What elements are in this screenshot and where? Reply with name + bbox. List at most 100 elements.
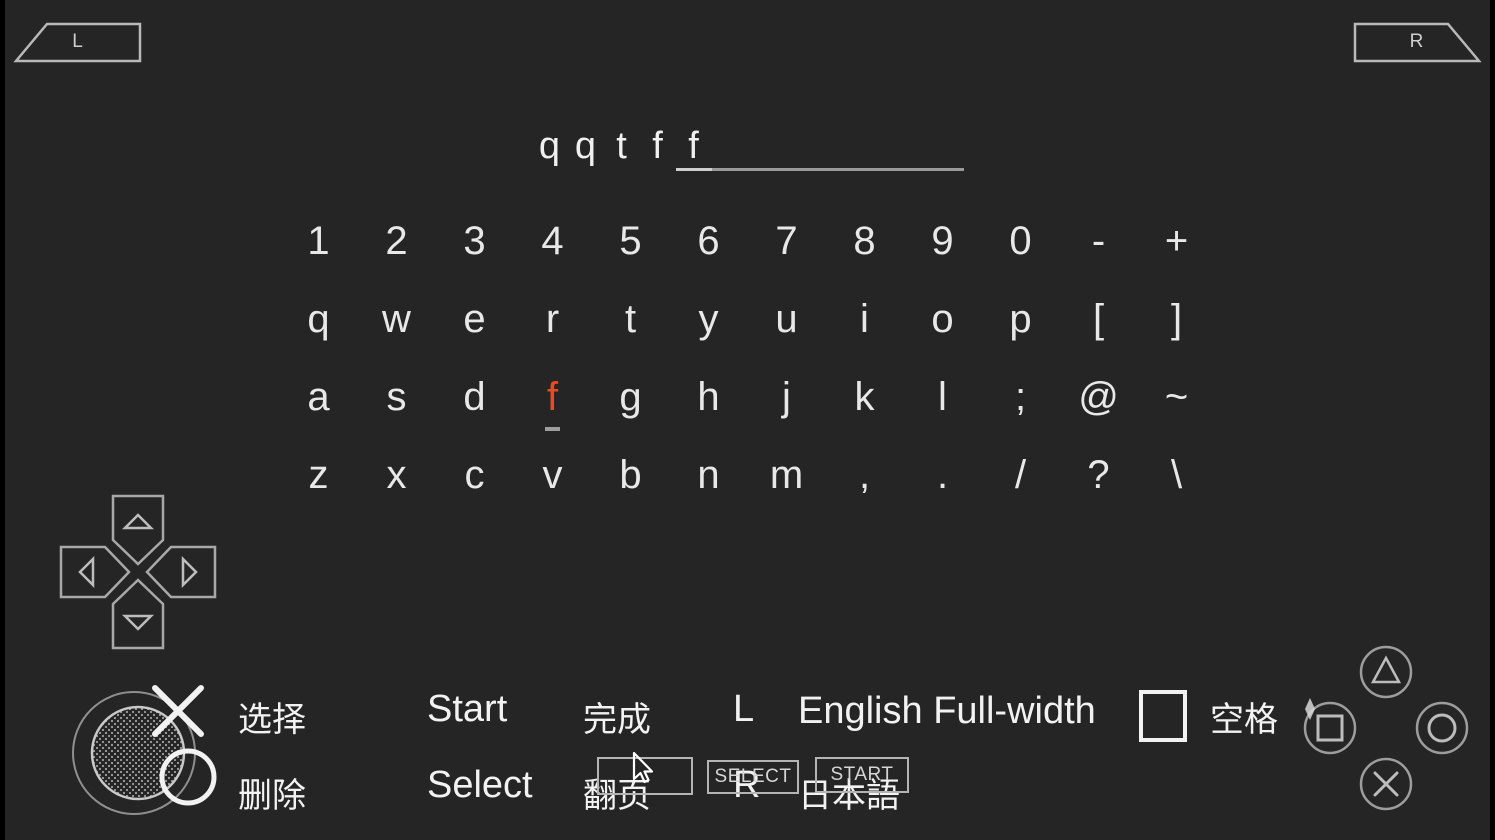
shoulder-button-l[interactable]: L [13,20,143,64]
key-1[interactable]: 1 [280,206,358,284]
key-3[interactable]: 3 [436,206,514,284]
key-t[interactable]: t [592,284,670,362]
key-p[interactable]: p [982,284,1060,362]
key-4[interactable]: 4 [514,206,592,284]
key-?[interactable]: ? [1060,440,1138,518]
key-label: s [386,375,407,419]
key-@[interactable]: @ [1060,362,1138,440]
key-6[interactable]: 6 [670,206,748,284]
key-z[interactable]: z [280,440,358,518]
key-7[interactable]: 7 [748,206,826,284]
key-;[interactable]: ; [982,362,1060,440]
key-n[interactable]: n [670,440,748,518]
key-label: 3 [463,219,486,263]
key-5[interactable]: 5 [592,206,670,284]
text-input-display[interactable]: qqtff [5,124,1490,171]
square-symbol-icon [1139,690,1187,742]
key-i[interactable]: i [826,284,904,362]
key-w[interactable]: w [358,284,436,362]
key-label: k [854,375,875,419]
key-+[interactable]: + [1138,206,1216,284]
key-u[interactable]: u [748,284,826,362]
key-h[interactable]: h [670,362,748,440]
key-label: ~ [1164,375,1189,419]
dpad-left-button [59,545,131,599]
key-][interactable]: ] [1138,284,1216,362]
key-/[interactable]: / [982,440,1060,518]
key-,[interactable]: , [826,440,904,518]
overlay-button-select[interactable]: SELECT [707,760,799,794]
key-label: c [464,453,485,497]
key-label: i [860,297,869,341]
mouse-pointer-icon [632,752,654,784]
key-[[interactable]: [ [1060,284,1138,362]
dpad-up-button [111,494,165,566]
key-v[interactable]: v [514,440,592,518]
key-2[interactable]: 2 [358,206,436,284]
key-label: d [463,375,486,419]
legend-cross-action: 选择 [238,701,306,739]
key-label: h [697,375,720,419]
key-label: t [624,297,637,341]
key-b[interactable]: b [592,440,670,518]
overlay-button-start[interactable]: START [815,757,909,793]
key-~[interactable]: ~ [1138,362,1216,440]
on-screen-keyboard[interactable]: 1 2 3 4 5 6 7 8 9 0 - + q w e r t y u i o p [] a s d f g h j k l; @ ~ z x c v… [5,206,1490,518]
key-label: w [382,297,411,341]
key-f[interactable]: f [514,362,592,440]
text-blank-slot [783,124,820,171]
keyboard-row: a s d f g h j k l; @ ~ [5,362,1490,440]
key-l[interactable]: l [904,362,982,440]
text-blank-slot [891,124,928,171]
key-label: j [782,375,791,419]
key-label: , [858,453,871,497]
key-o[interactable]: o [904,284,982,362]
shoulder-r-label: R [1409,31,1425,52]
key-d[interactable]: d [436,362,514,440]
key-j[interactable]: j [748,362,826,440]
key-r[interactable]: r [514,284,592,362]
circle-button-icon [1415,701,1469,755]
key-label: y [698,297,719,341]
key-label: 1 [307,219,330,263]
legend-square-action: 空格 [1210,701,1278,739]
dpad-down-button [111,578,165,650]
key-label: + [1164,219,1189,263]
triangle-button[interactable] [1358,644,1414,700]
shoulder-l-label: L [72,31,84,52]
diamond-sparkle-icon [1305,698,1315,720]
key-e[interactable]: e [436,284,514,362]
legend-circle-action: 删除 [238,777,306,815]
key-g[interactable]: g [592,362,670,440]
key-.[interactable]: . [904,440,982,518]
key-9[interactable]: 9 [904,206,982,284]
key-s[interactable]: s [358,362,436,440]
key-m[interactable]: m [748,440,826,518]
key-8[interactable]: 8 [826,206,904,284]
key-label: [ [1092,297,1105,341]
key-k[interactable]: k [826,362,904,440]
key-label: 7 [775,219,798,263]
key-label: ? [1087,453,1110,497]
key-a[interactable]: a [280,362,358,440]
legend-start-label: Start [427,688,508,730]
key-c[interactable]: c [436,440,514,518]
key-label: q [307,297,330,341]
legend-square-symbol [1139,690,1187,742]
cross-button[interactable] [1358,756,1414,812]
circle-button[interactable] [1414,700,1470,756]
key--[interactable]: - [1060,206,1138,284]
game-screen: L R qqtff 1 2 3 4 5 6 7 8 9 0- + q w e r t y u i o p [] a s d f g h… [0,0,1495,840]
key-label: ] [1170,297,1183,341]
dpad[interactable] [57,492,219,652]
cross-button-icon [1359,757,1413,811]
key-y[interactable]: y [670,284,748,362]
key-0[interactable]: 0 [982,206,1060,284]
shoulder-button-r[interactable]: R [1352,20,1482,64]
mouse-pointer-shape [632,752,654,784]
key-\[interactable]: \ [1138,440,1216,518]
legend-l-action: English Full-width [798,690,1096,732]
key-q[interactable]: q [280,284,358,362]
key-x[interactable]: x [358,440,436,518]
key-label: 4 [541,219,564,263]
